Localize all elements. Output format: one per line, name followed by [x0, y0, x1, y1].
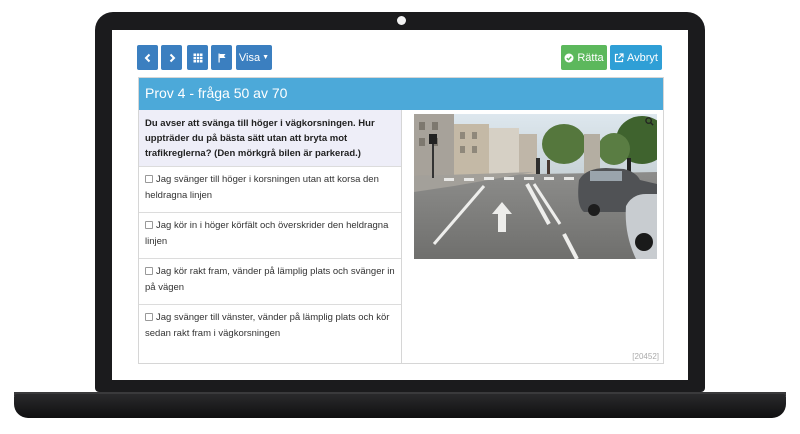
checkbox[interactable]	[145, 175, 153, 183]
flag-icon	[218, 53, 225, 62]
check-circle-icon	[564, 53, 574, 62]
option-label: Jag kör rakt fram, vänder på lämplig pla…	[145, 266, 395, 293]
flag-button[interactable]	[211, 45, 232, 70]
grid-icon	[193, 53, 202, 62]
laptop-base	[14, 394, 786, 418]
option-label: Jag svänger till höger i korsningen utan…	[145, 174, 379, 201]
question-panel: Prov 4 - fråga 50 av 70 Du avser att svä…	[138, 77, 664, 364]
abort-button[interactable]: Avbryt	[610, 45, 662, 70]
checkbox[interactable]	[145, 267, 153, 275]
zoom-icon[interactable]	[645, 117, 654, 126]
camera	[397, 16, 406, 25]
next-button[interactable]	[161, 45, 182, 70]
check-label: Rätta	[577, 51, 604, 64]
chevron-left-icon	[144, 53, 150, 62]
answer-option-2[interactable]: Jag kör in i höger körfält och överskrid…	[139, 212, 401, 258]
checkbox[interactable]	[145, 313, 153, 321]
caret-down-icon: ▼	[262, 54, 270, 61]
option-label: Jag kör in i höger körfält och överskrid…	[145, 220, 389, 247]
abort-label: Avbryt	[627, 51, 658, 64]
question-text: Du avser att svänga till höger i vägkors…	[139, 110, 401, 166]
previous-button[interactable]	[137, 45, 158, 70]
view-dropdown-button[interactable]: Visa ▼	[236, 45, 272, 70]
question-id: [20452]	[632, 352, 659, 361]
chevron-right-icon	[169, 53, 175, 62]
answer-option-3[interactable]: Jag kör rakt fram, vänder på lämplig pla…	[139, 258, 401, 304]
laptop-screen: Visa ▼ Rätta Avbryt Prov 4 - fråga 50 av …	[112, 30, 688, 380]
checkbox[interactable]	[145, 221, 153, 229]
external-link-icon	[614, 52, 624, 62]
panel-title: Prov 4 - fråga 50 av 70	[139, 78, 663, 110]
view-label: Visa	[238, 51, 261, 64]
question-grid-button[interactable]	[187, 45, 208, 70]
answer-option-1[interactable]: Jag svänger till höger i korsningen utan…	[139, 166, 401, 212]
check-answers-button[interactable]: Rätta	[561, 45, 607, 70]
answer-option-4[interactable]: Jag svänger till vänster, vänder på lämp…	[139, 304, 401, 363]
road-intersection-photo[interactable]	[414, 114, 657, 259]
option-label: Jag svänger till vänster, vänder på lämp…	[145, 312, 390, 339]
column-divider	[401, 110, 402, 363]
